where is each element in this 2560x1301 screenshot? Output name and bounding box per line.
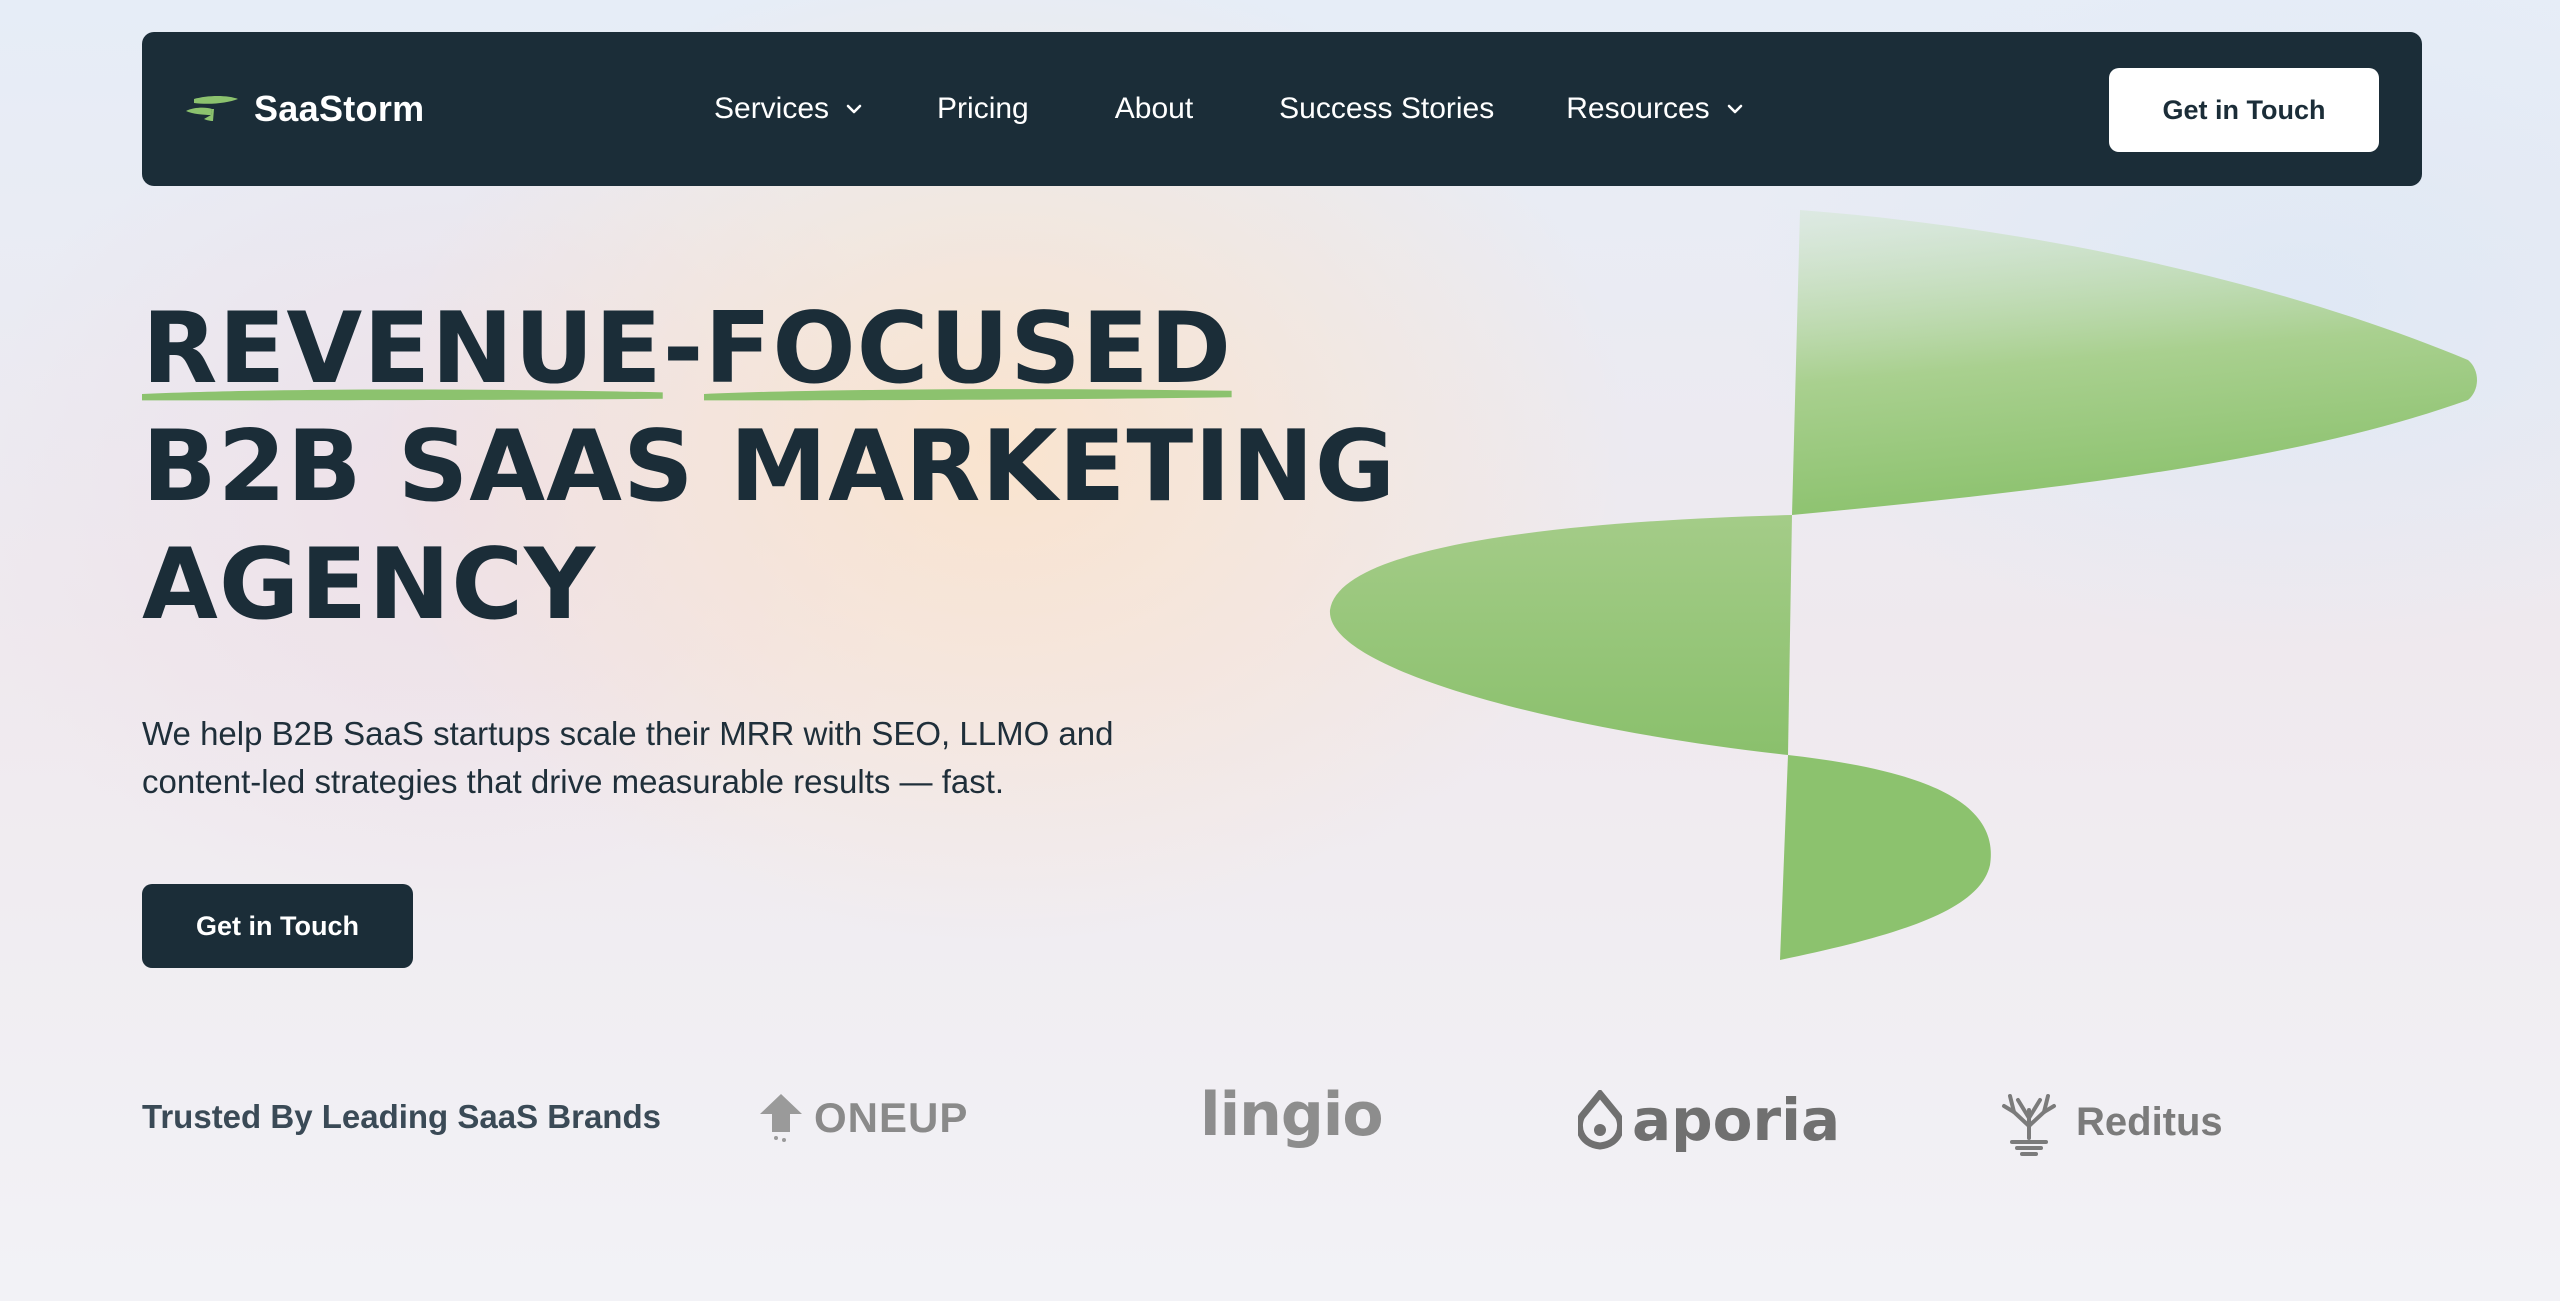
nav-item-label: Services <box>714 92 830 125</box>
hero-get-in-touch-button[interactable]: Get in Touch <box>142 884 413 968</box>
reditus-tree-icon <box>2002 1094 2056 1156</box>
nav-get-in-touch-button[interactable]: Get in Touch <box>2109 68 2379 152</box>
hero-decorative-graphic <box>1329 210 2477 960</box>
brand-logo[interactable]: SaaStorm <box>184 32 424 186</box>
logo-aporia: aporia <box>1578 1086 1840 1154</box>
logo-text: aporia <box>1632 1086 1841 1154</box>
nav-item-services[interactable]: Services <box>714 92 865 126</box>
aporia-drop-icon <box>1578 1090 1622 1150</box>
brand-name: SaaStorm <box>254 88 425 129</box>
brush-underline <box>142 389 663 401</box>
hero-title: REVENUE - FOCUSED B2B SAAS MARKETING AGE… <box>142 290 1396 644</box>
hero-title-line-2: B2B SAAS MARKETING <box>142 410 1397 524</box>
logo-text: ONEUP <box>814 1094 969 1141</box>
logo-text: lingio <box>1200 1080 1384 1150</box>
chevron-down-icon <box>1727 104 1742 114</box>
nav-links: Services Pricing About Success Stories R… <box>714 32 1746 186</box>
nav-item-label: Resources <box>1566 92 1710 125</box>
trusted-by-label: Trusted By Leading SaaS Brands <box>142 1098 661 1135</box>
nav-item-success-stories[interactable]: Success Stories <box>1279 92 1494 126</box>
hero-title-line-3: AGENCY <box>142 528 597 642</box>
oneup-arrow-icon <box>760 1094 802 1142</box>
highlighted-word: FOCUSED <box>704 292 1233 406</box>
logo-lingio: lingio <box>1200 1080 1384 1150</box>
brush-underline <box>704 389 1233 401</box>
nav-item-pricing[interactable]: Pricing <box>937 92 1029 126</box>
nav-item-label: Pricing <box>937 92 1029 125</box>
nav-item-label: About <box>1114 92 1194 125</box>
logo-text: Reditus <box>2076 1099 2223 1144</box>
top-navbar: SaaStorm Services Pricing About Success … <box>142 32 2422 186</box>
highlighted-word: REVENUE <box>142 292 663 406</box>
logo-oneup: ONEUP <box>758 1092 968 1144</box>
nav-item-label: Success Stories <box>1279 92 1495 125</box>
nav-item-resources[interactable]: Resources <box>1566 92 1745 126</box>
hero-title-line-1: REVENUE - FOCUSED <box>142 292 1233 406</box>
chevron-down-icon <box>846 104 862 114</box>
logo-reditus: Reditus <box>1992 1086 2223 1158</box>
nav-item-about[interactable]: About <box>1115 92 1193 126</box>
saastorm-logo-icon <box>186 96 238 121</box>
hero-subtitle: We help B2B SaaS startups scale their MR… <box>142 715 1114 800</box>
